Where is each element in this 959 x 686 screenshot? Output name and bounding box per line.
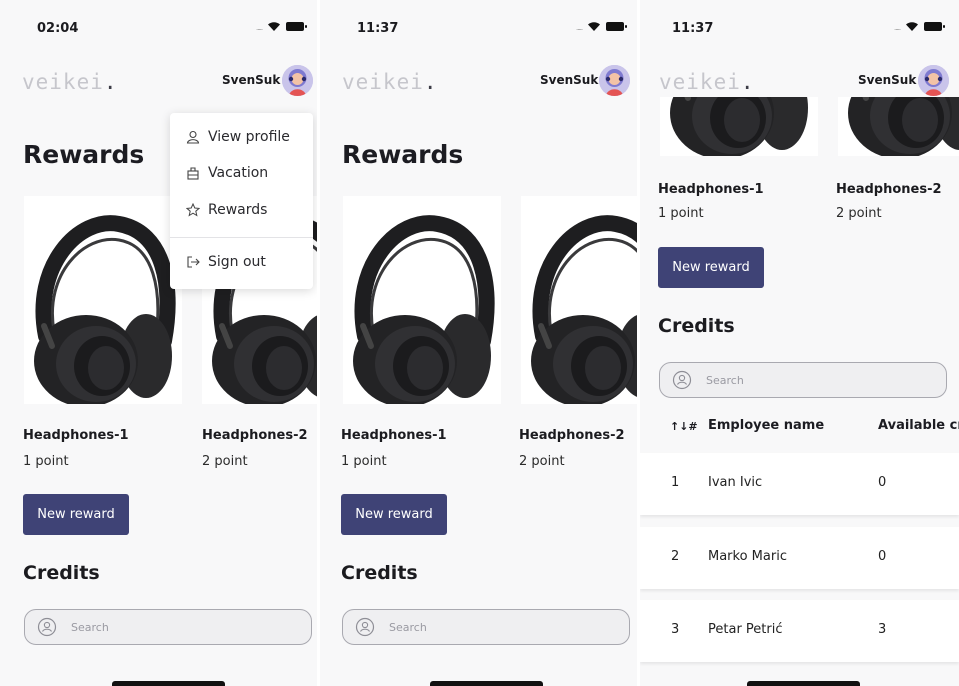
wifi-icon	[588, 22, 601, 31]
reward-name: Headphones-2	[202, 428, 308, 443]
row-available-credits: 0	[878, 549, 887, 564]
credits-title: Credits	[658, 315, 735, 337]
reward-points: 2 point	[836, 206, 882, 221]
phone-screen-2: 11:37 ..... veikei. SvenSuk Rewards Head…	[320, 0, 637, 686]
avatar[interactable]	[282, 65, 313, 96]
row-employee-name: Petar Petrić	[708, 622, 783, 637]
new-reward-button[interactable]: New reward	[341, 494, 447, 535]
credits-title: Credits	[23, 562, 100, 584]
status-icons: .....	[576, 20, 628, 32]
status-icons: .....	[894, 20, 946, 32]
credits-title: Credits	[341, 562, 418, 584]
signal-icon: .....	[576, 24, 583, 32]
star-icon	[186, 203, 200, 217]
row-available-credits: 3	[878, 622, 887, 637]
username[interactable]: SvenSuk	[222, 73, 280, 87]
avatar-image	[918, 65, 949, 96]
search-icon	[672, 370, 692, 390]
app-logo[interactable]: veikei.	[22, 70, 118, 94]
menu-item-label: View profile	[208, 129, 290, 145]
column-header-employee-name[interactable]: Employee name	[708, 418, 824, 433]
search-icon	[37, 617, 57, 637]
reward-name: Headphones-2	[519, 428, 625, 443]
reward-name: Headphones-1	[341, 428, 447, 443]
signal-icon: .....	[256, 24, 263, 32]
vacation-icon	[187, 167, 199, 180]
row-employee-name: Ivan Ivic	[708, 475, 763, 490]
reward-name: Headphones-1	[23, 428, 129, 443]
menu-item-label: Vacation	[208, 165, 269, 181]
search-input[interactable]: Search	[342, 609, 630, 645]
search-placeholder: Search	[706, 373, 744, 387]
reward-name: Headphones-2	[836, 182, 942, 197]
menu-divider	[170, 237, 313, 238]
app-logo[interactable]: veikei.	[342, 70, 438, 94]
column-header-available-credits[interactable]: Available cre	[878, 418, 959, 433]
search-placeholder: Search	[389, 620, 427, 634]
reward-card-headphones-1[interactable]	[24, 196, 182, 404]
signal-icon: .....	[894, 24, 901, 32]
home-indicator	[430, 681, 543, 686]
menu-item-sign-out[interactable]: Sign out	[186, 254, 266, 270]
new-reward-button[interactable]: New reward	[658, 247, 764, 288]
row-employee-name: Marko Maric	[708, 549, 787, 564]
menu-item-rewards[interactable]: Rewards	[186, 202, 267, 218]
reward-points: 1 point	[341, 454, 387, 469]
reward-points: 1 point	[658, 206, 704, 221]
menu-item-label: Sign out	[208, 254, 266, 270]
home-indicator	[112, 681, 225, 686]
menu-item-view-profile[interactable]: View profile	[186, 129, 290, 145]
reward-name: Headphones-1	[658, 182, 764, 197]
menu-item-label: Rewards	[208, 202, 268, 218]
table-row[interactable]: 3 Petar Petrić 3	[640, 600, 959, 662]
column-header-index[interactable]: ↑↓#	[670, 420, 698, 433]
wifi-icon	[268, 22, 281, 31]
search-input[interactable]: Search	[659, 362, 947, 398]
username[interactable]: SvenSuk	[540, 73, 598, 87]
headphones-image	[343, 196, 501, 404]
avatar[interactable]	[599, 65, 630, 96]
row-index: 3	[671, 622, 680, 637]
headphones-image	[521, 196, 637, 404]
status-time: 02:04	[37, 21, 79, 36]
row-index: 2	[671, 549, 680, 564]
home-indicator	[747, 681, 860, 686]
profile-dropdown-menu: View profile Vacation Rewards Sign out	[170, 113, 313, 289]
table-row[interactable]: 1 Ivan Ivic 0	[640, 453, 959, 515]
username[interactable]: SvenSuk	[858, 73, 916, 87]
avatar-image	[599, 65, 630, 96]
reward-card-headphones-1[interactable]	[343, 196, 501, 404]
battery-icon	[286, 21, 308, 31]
status-time: 11:37	[672, 21, 714, 36]
status-time: 11:37	[357, 21, 399, 36]
reward-cards	[343, 196, 637, 406]
reward-card-headphones-2[interactable]	[521, 196, 637, 404]
reward-points: 1 point	[23, 454, 69, 469]
avatar-image	[282, 65, 313, 96]
user-icon	[186, 130, 200, 144]
search-placeholder: Search	[71, 620, 109, 634]
avatar[interactable]	[918, 65, 949, 96]
status-icons: .....	[256, 20, 308, 32]
wifi-icon	[906, 22, 919, 31]
menu-item-vacation[interactable]: Vacation	[186, 165, 268, 181]
search-input[interactable]: Search	[24, 609, 312, 645]
search-icon	[355, 617, 375, 637]
table-row[interactable]: 2 Marko Maric 0	[640, 527, 959, 589]
row-available-credits: 0	[878, 475, 887, 490]
reward-points: 2 point	[202, 454, 248, 469]
phone-screen-1: 02:04 ..... veikei. SvenSuk Rewards Head…	[0, 0, 317, 686]
phone-screen-3: 11:37 ..... veikei. SvenSuk Headphones-1…	[640, 0, 959, 686]
app-logo[interactable]: veikei.	[659, 70, 755, 94]
row-index: 1	[671, 475, 680, 490]
new-reward-button[interactable]: New reward	[23, 494, 129, 535]
page-title: Rewards	[23, 140, 145, 169]
battery-icon	[924, 21, 946, 31]
page-title: Rewards	[342, 140, 464, 169]
headphones-image	[24, 196, 182, 404]
battery-icon	[606, 21, 628, 31]
reward-points: 2 point	[519, 454, 565, 469]
sign-out-icon	[187, 256, 200, 268]
